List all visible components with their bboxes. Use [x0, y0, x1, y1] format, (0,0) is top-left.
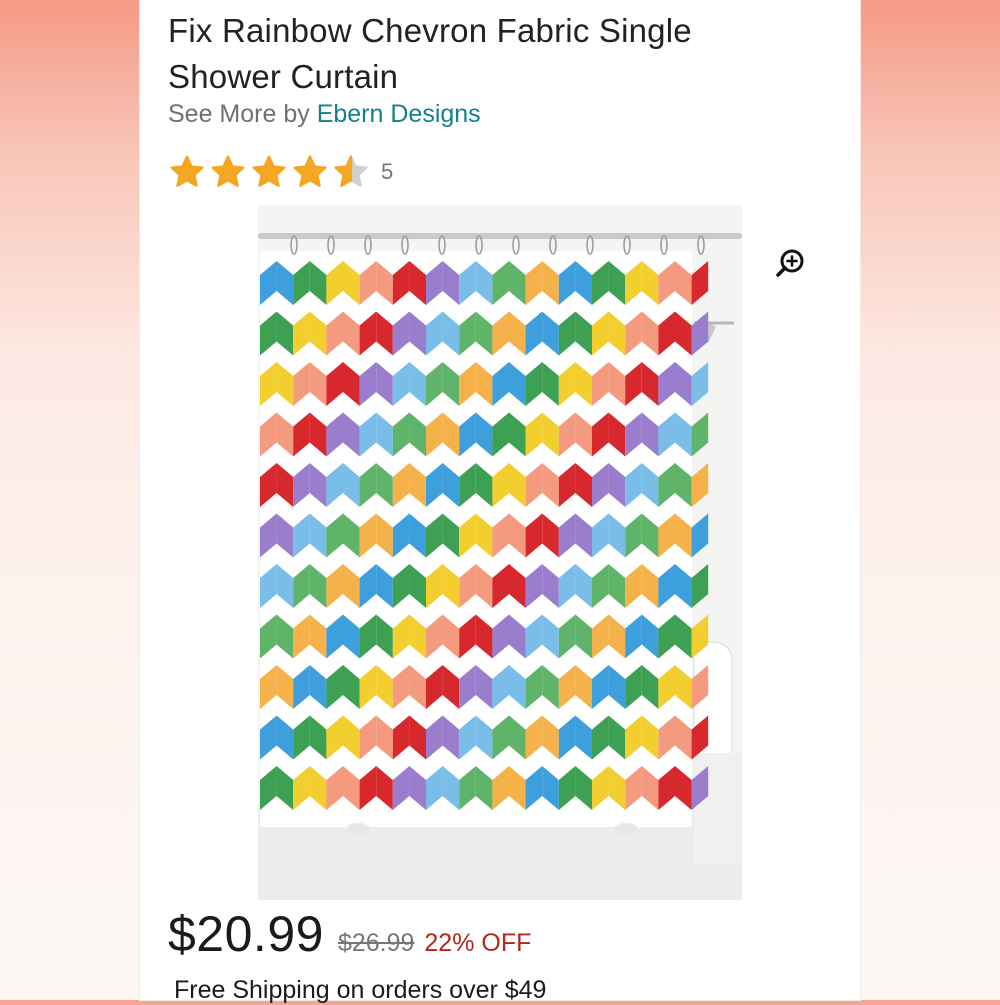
product-image[interactable] — [258, 205, 742, 900]
star-icon — [293, 155, 327, 187]
rating-stars[interactable]: 5 — [168, 152, 393, 192]
original-price: $26.99 — [337, 929, 415, 957]
shower-curtain-illustration — [258, 205, 742, 900]
product-title: Fix Rainbow Chevron Fabric Single Shower… — [168, 12, 692, 95]
star-half-icon — [334, 155, 368, 187]
discount-badge: 22% OFF — [424, 929, 532, 957]
sale-price: $20.99 — [168, 906, 324, 962]
star-icon — [211, 155, 245, 187]
see-more-by: See More by Ebern Designs — [168, 100, 481, 129]
see-more-prefix: See More by — [168, 100, 310, 128]
shipping-info: Free Shipping on orders over $49 — [174, 976, 547, 1004]
star-icon — [170, 155, 204, 187]
brand-link[interactable]: Ebern Designs — [317, 100, 481, 128]
zoom-in-icon[interactable] — [774, 246, 808, 280]
product-card: Fix Rainbow Chevron Fabric Single Shower… — [140, 0, 860, 1004]
price-row: $20.99 $26.99 22% OFF — [168, 905, 531, 969]
page-background-left — [0, 0, 140, 1000]
rating-count: 5 — [381, 159, 394, 184]
page-background-right — [860, 0, 1000, 1000]
star-icon — [252, 155, 286, 187]
